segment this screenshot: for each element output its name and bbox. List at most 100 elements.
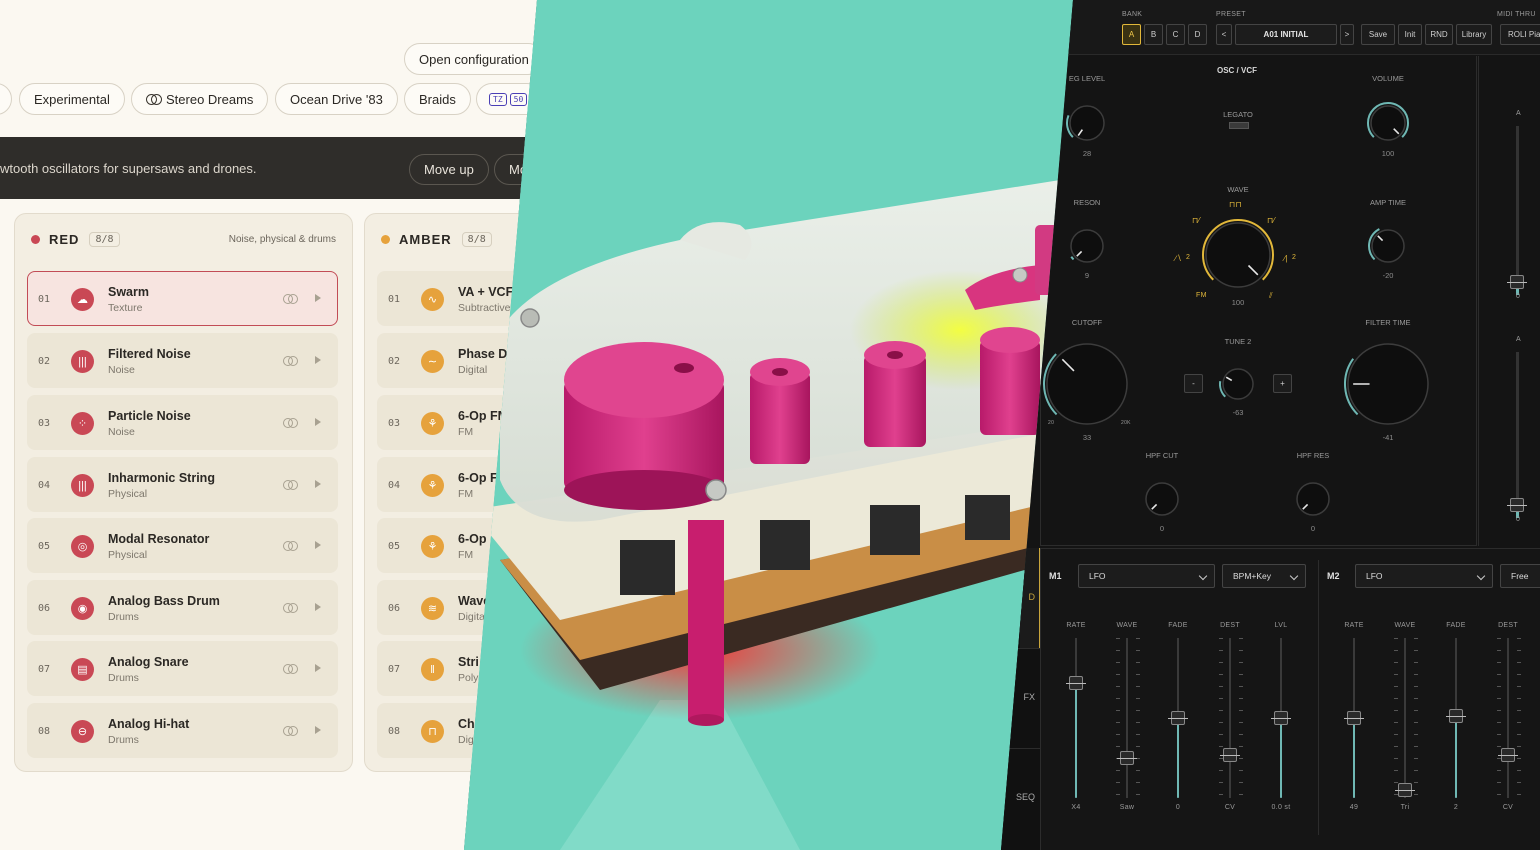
fader-track (1229, 638, 1231, 798)
fader-tick (1116, 674, 1120, 675)
bank-b-button[interactable]: B (1144, 24, 1163, 45)
hpf-cut-knob[interactable] (1139, 476, 1185, 522)
play-icon[interactable] (315, 294, 321, 302)
filter-time-knob[interactable] (1341, 337, 1435, 431)
midi-device-select[interactable]: ROLI Pia (1500, 24, 1540, 45)
fader-tick (1497, 638, 1501, 639)
reson-value: 9 (1084, 271, 1090, 280)
mod2-type-select[interactable]: LFO (1355, 564, 1493, 588)
open-configuration-button[interactable]: Open configuration (404, 43, 537, 75)
wave-square-icon[interactable]: ⊓⊓ (1229, 200, 1242, 209)
volume-knob[interactable] (1364, 99, 1412, 147)
random-button[interactable]: RND (1425, 24, 1453, 45)
preset-next-button[interactable]: > (1340, 24, 1354, 45)
play-icon[interactable] (315, 726, 321, 734)
bank-c-button[interactable]: C (1166, 24, 1185, 45)
chip-ocean-drive[interactable]: Ocean Drive '83 (275, 83, 398, 115)
link-icon[interactable] (283, 726, 298, 736)
bank-a-button[interactable]: A (1122, 24, 1141, 45)
play-icon[interactable] (315, 603, 321, 611)
filter-time-value: -41 (1382, 433, 1394, 442)
cutoff-label: CUTOFF (1071, 318, 1103, 327)
engine-row[interactable]: 01 ☁ Swarm Texture (27, 271, 338, 326)
link-icon[interactable] (283, 480, 298, 490)
chip-experimental[interactable]: Experimental (19, 83, 125, 115)
engine-name: Filtered Noise (108, 347, 191, 361)
tune2-minus-button[interactable]: - (1184, 374, 1203, 393)
eg-level-knob[interactable] (1063, 99, 1111, 147)
fader-track (1404, 638, 1406, 798)
engine-row[interactable]: 06 ◉ Analog Bass Drum Drums (27, 580, 338, 635)
mod1-sync-select[interactable]: BPM+Key (1222, 564, 1306, 588)
engine-row[interactable]: 02 ||| Filtered Noise Noise (27, 333, 338, 388)
wave-pulse-icon[interactable]: ⊓⁄ (1192, 216, 1200, 225)
move-up-button[interactable]: Move up (409, 154, 489, 185)
link-icon[interactable] (283, 664, 298, 674)
wave-knob[interactable] (1199, 216, 1277, 294)
preset-prev-button[interactable]: < (1216, 24, 1232, 45)
env-slider-handle[interactable] (1507, 498, 1527, 512)
engine-row[interactable]: 08 ⊖ Analog Hi-hat Drums (27, 703, 338, 758)
fader-handle[interactable] (1344, 711, 1364, 725)
wave-ramp-icon[interactable]: ∕| (1284, 254, 1288, 263)
cutoff-value: 33 (1082, 433, 1092, 442)
play-icon[interactable] (315, 664, 321, 672)
link-icon[interactable] (283, 356, 298, 366)
fader-tick (1517, 686, 1521, 687)
wave-saw-icon[interactable]: ⊓⁄ (1267, 216, 1275, 225)
reson-knob[interactable] (1064, 223, 1110, 269)
link-icon[interactable] (283, 418, 298, 428)
play-icon[interactable] (315, 541, 321, 549)
tune2-knob[interactable] (1216, 362, 1260, 406)
amp-time-knob[interactable] (1365, 223, 1411, 269)
engine-name: 6-Op (458, 532, 487, 546)
fader-handle[interactable] (1446, 709, 1466, 724)
init-button[interactable]: Init (1398, 24, 1422, 45)
legato-toggle[interactable] (1229, 122, 1249, 129)
fader-handle[interactable] (1220, 747, 1240, 762)
chip-partial[interactable] (0, 83, 12, 115)
fader-handle[interactable] (1168, 711, 1188, 725)
engine-row[interactable]: 03 ⁘ Particle Noise Noise (27, 395, 338, 450)
play-icon[interactable] (315, 356, 321, 364)
wave-tri-icon[interactable]: ∕∖ (1175, 254, 1182, 263)
amp-time-label: AMP TIME (1370, 198, 1406, 207)
cutoff-knob[interactable] (1040, 337, 1134, 431)
bank-label-text: D (1194, 30, 1201, 39)
side-tab-seq[interactable]: SEQ (1001, 792, 1039, 802)
engine-name: Inharmonic String (108, 471, 215, 485)
fader-tick (1239, 746, 1243, 747)
fader-handle[interactable] (1395, 783, 1415, 797)
particles-icon: ⁘ (71, 412, 94, 435)
link-icon[interactable] (283, 603, 298, 613)
column-color-dot (381, 235, 390, 244)
engine-row[interactable]: 07 ▤ Analog Snare Drums (27, 641, 338, 696)
chip-stereo-dreams[interactable]: Stereo Dreams (131, 83, 269, 115)
fader-tick (1394, 650, 1398, 651)
env-slider-handle[interactable] (1507, 275, 1527, 289)
preset-name-field[interactable]: A01 INITIAL (1235, 24, 1337, 45)
wave-multi-saw-icon[interactable]: ⫽ (1269, 291, 1273, 301)
save-button[interactable]: Save (1361, 24, 1395, 45)
play-icon[interactable] (315, 480, 321, 488)
fader-handle[interactable] (1271, 711, 1291, 725)
hpf-res-knob[interactable] (1290, 476, 1336, 522)
chip-braids[interactable]: Braids (404, 83, 471, 115)
engine-row[interactable]: 04 ||| Inharmonic String Physical (27, 457, 338, 512)
mod1-type-select[interactable]: LFO (1078, 564, 1215, 588)
fader-handle[interactable] (1066, 675, 1086, 690)
bank-d-button[interactable]: D (1188, 24, 1207, 45)
engine-number: 07 (38, 664, 51, 675)
link-icon[interactable] (283, 294, 298, 304)
tune2-plus-button[interactable]: + (1273, 374, 1292, 393)
engine-row[interactable]: 05 ◎ Modal Resonator Physical (27, 518, 338, 573)
fader-handle[interactable] (1498, 747, 1518, 762)
mod2-sync-select[interactable]: Free (1500, 564, 1540, 588)
fader-handle[interactable] (1117, 751, 1137, 765)
play-icon[interactable] (315, 418, 321, 426)
fader-tick (1497, 650, 1501, 651)
link-icon[interactable] (283, 541, 298, 551)
engine-number: 04 (38, 480, 51, 491)
library-button[interactable]: Library (1456, 24, 1492, 45)
fader-fill (1455, 716, 1457, 798)
